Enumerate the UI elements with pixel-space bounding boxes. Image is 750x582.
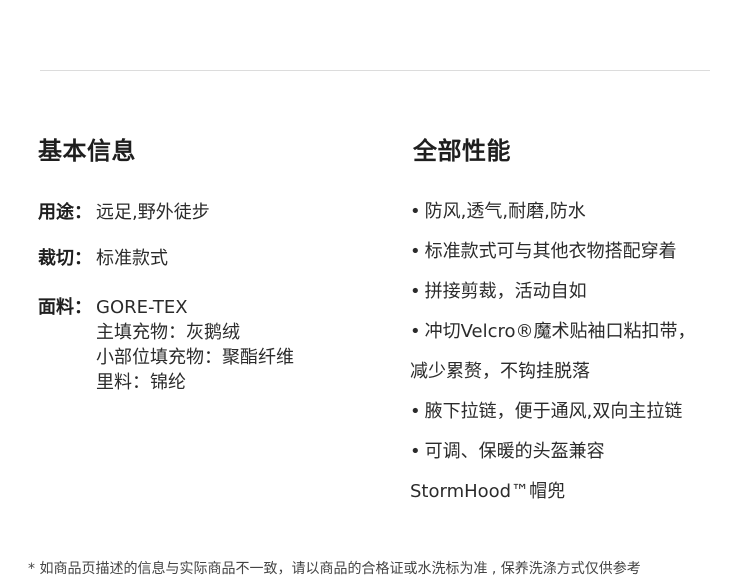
spec-row-fabric: 面料： GORE-TEX 主填充物：灰鹅绒 小部位填充物：聚酯纤维 里料：锦纶 [38, 295, 294, 395]
spec-value: GORE-TEX [96, 297, 188, 318]
basic-info-heading: 基本信息 [38, 137, 136, 165]
spec-label: 用途： [38, 202, 92, 223]
feature-text: 减少累赘，不钩挂脱落 [410, 361, 590, 382]
bullet-icon: • [410, 241, 421, 262]
bullet-icon: • [410, 281, 421, 302]
spec-row-usage: 用途： 远足,野外徒步 [38, 200, 210, 225]
top-divider [40, 70, 710, 71]
spec-value: 标准款式 [96, 248, 168, 269]
spec-value: 小部位填充物：聚酯纤维 [96, 347, 294, 368]
feature-text: 拼接剪裁，活动自如 [424, 281, 587, 302]
feature-text: 可调、保暖的头盔兼容 [424, 441, 605, 462]
feature-text: 防风,透气,耐磨,防水 [424, 201, 586, 222]
feature-text: 冲切Velcro®魔术贴袖口粘扣带， [424, 321, 696, 342]
feature-item: • 可调、保暖的头盔兼容 [410, 432, 730, 472]
bullet-icon: • [410, 441, 421, 462]
bullet-icon: • [410, 201, 421, 222]
spec-value: 远足,野外徒步 [96, 202, 210, 223]
feature-item-continuation: 减少累赘，不钩挂脱落 [410, 352, 730, 392]
feature-item-continuation: StormHood™帽兜 [410, 472, 730, 512]
disclaimer-note: * 如商品页描述的信息与实际商品不一致，请以商品的合格证或水洗标为准 , 保养洗… [28, 561, 641, 577]
feature-list: • 防风,透气,耐磨,防水 • 标准款式可与其他衣物搭配穿着 • 拼接剪裁，活动自如 • 冲切… [410, 192, 730, 512]
feature-item: • 标准款式可与其他衣物搭配穿着 [410, 232, 730, 272]
spec-label: 裁切： [38, 248, 92, 269]
spec-row-cut: 裁切： 标准款式 [38, 246, 168, 271]
feature-text: 标准款式可与其他衣物搭配穿着 [424, 241, 677, 262]
spec-value: 里料：锦纶 [96, 372, 186, 393]
feature-item: • 腋下拉链，便于通风,双向主拉链 [410, 392, 730, 432]
feature-text: 腋下拉链，便于通风,双向主拉链 [424, 401, 683, 422]
feature-item: • 防风,透气,耐磨,防水 [410, 192, 730, 232]
feature-item: • 拼接剪裁，活动自如 [410, 272, 730, 312]
spec-label: 面料： [38, 297, 92, 318]
feature-item: • 冲切Velcro®魔术贴袖口粘扣带， [410, 312, 730, 352]
all-features-heading: 全部性能 [413, 137, 511, 165]
spec-value: 主填充物：灰鹅绒 [96, 322, 240, 343]
feature-text: StormHood™帽兜 [410, 481, 566, 502]
bullet-icon: • [410, 401, 421, 422]
bullet-icon: • [410, 321, 421, 342]
